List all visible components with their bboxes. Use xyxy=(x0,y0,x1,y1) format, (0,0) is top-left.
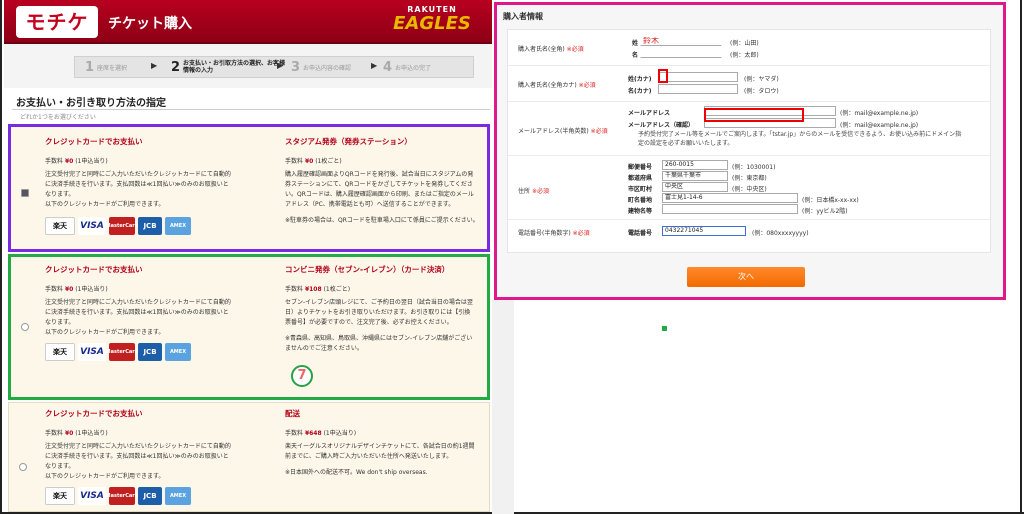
sei-label: 姓 xyxy=(632,40,639,47)
green-marker xyxy=(662,326,667,331)
email-label: メールアドレス(半角英数) ※必須 xyxy=(518,128,608,135)
buyer-form: 購入者氏名(全角) ※必須 姓 名 鈴木 (例：山田) (例：太郎) 購入者氏名… xyxy=(507,29,991,253)
payment-method-col: クレジットカードでお支払い 手数料 ¥0 (1申込当り) 注文受付完了と同時にご… xyxy=(45,409,231,480)
payment-option-2[interactable]: クレジットカードでお支払い 手数料 ¥0 (1申込当り) 注文受付完了と同時にご… xyxy=(8,254,490,400)
team-name-text: EAGLES xyxy=(393,13,471,34)
payment-radio-1[interactable] xyxy=(21,189,29,197)
street-input[interactable]: 富士見1-14-6 xyxy=(662,193,798,203)
mastercard-icon: MasterCard xyxy=(106,343,138,361)
address-label: 住所 ※必須 xyxy=(518,188,549,195)
payment-option-1[interactable]: クレジットカードでお支払い 手数料 ¥0 (1申込当り) 注文受付完了と同時にご… xyxy=(8,124,490,252)
step-2: 2 お支払い・お引取方法の選択、お客様情報の入力 xyxy=(171,59,286,75)
page-title: チケット購入 xyxy=(108,16,192,32)
buyer-info-panel: 購入者情報 購入者氏名(全角) ※必須 姓 名 鈴木 (例：山田) (例：太郎)… xyxy=(494,2,1006,300)
building-input[interactable] xyxy=(662,204,798,214)
rakuten-card-icon: 楽天 xyxy=(45,343,75,361)
credit-card-logos: 楽天 VISA MasterCard JCB AMEX xyxy=(45,217,191,235)
mei-label: 名 xyxy=(632,52,639,59)
kana-row: 購入者氏名(全角カナ) ※必須 姓(カナ) 名(カナ) (例：ヤマダ) (例：タ… xyxy=(508,66,990,102)
amex-icon: AMEX xyxy=(165,217,191,235)
mastercard-icon: MasterCard xyxy=(106,487,138,505)
mei-input[interactable] xyxy=(640,48,722,58)
payment-option-3[interactable]: クレジットカードでお支払い 手数料 ¥0 (1申込当り) 注文受付完了と同時にご… xyxy=(8,402,490,512)
visa-icon: VISA xyxy=(78,343,106,361)
name-row: 購入者氏名(全角) ※必須 姓 名 鈴木 (例：山田) (例：太郎) xyxy=(508,30,990,66)
step-1: 1 座席を選択 xyxy=(85,59,128,75)
mei-kana-input[interactable] xyxy=(658,84,738,94)
name-label: 購入者氏名(全角) ※必須 xyxy=(518,46,584,53)
right-border xyxy=(1020,0,1022,514)
rakuten-card-icon: 楽天 xyxy=(45,217,75,235)
step-3: 3 お申込内容の確認 xyxy=(291,59,352,75)
seven-eleven-icon: 7 xyxy=(291,365,313,387)
delivery-method-col: コンビニ発券（セブン-イレブン）（カード決済） 手数料 ¥108 (1枚ごと) … xyxy=(285,265,473,352)
next-button[interactable]: 次へ xyxy=(687,267,805,287)
amex-icon: AMEX xyxy=(165,343,191,361)
payment-radio-2[interactable] xyxy=(21,323,29,331)
section-subtitle: どれか1つをお選びください xyxy=(20,114,96,121)
step-arrow-icon: ▶ xyxy=(151,61,158,70)
jcb-icon: JCB xyxy=(138,343,162,361)
section-divider xyxy=(12,109,490,110)
step-arrow-icon: ▶ xyxy=(371,61,378,70)
rakuten-card-icon: 楽天 xyxy=(45,487,75,505)
amex-icon: AMEX xyxy=(165,487,191,505)
visa-icon: VISA xyxy=(78,487,106,505)
gutter xyxy=(492,300,514,514)
delivery-method-col: スタジアム発券（発券ステーション） 手数料 ¥0 (1枚ごと) 購入履歴確認画面… xyxy=(285,137,479,224)
jcb-icon: JCB xyxy=(138,217,162,235)
redaction-box xyxy=(658,69,668,83)
sei-kana-input[interactable] xyxy=(658,72,738,82)
credit-card-logos: 楽天 VISA MasterCard JCB AMEX xyxy=(45,487,191,505)
delivery-method-col: 配送 手数料 ¥648 (1申込当り) 楽天イーグルスオリジナルデザインチケット… xyxy=(285,409,475,476)
phone-input[interactable]: 0432271045 xyxy=(662,226,746,236)
credit-card-logos: 楽天 VISA MasterCard JCB AMEX xyxy=(45,343,191,361)
address-row: 住所 ※必須 郵便番号 都道府県 市区町村 町名番地 建物名等 260-0015… xyxy=(508,156,990,220)
step-arrow-icon: ▶ xyxy=(277,61,284,70)
payment-method-col: クレジットカードでお支払い 手数料 ¥0 (1申込当り) 注文受付完了と同時にご… xyxy=(45,265,231,336)
redaction-box xyxy=(704,108,804,122)
phone-label: 電話番号(半角数字) ※必須 xyxy=(518,230,590,237)
city-input[interactable]: 中央区 xyxy=(662,182,728,192)
buyer-info-title: 購入者情報 xyxy=(503,12,543,21)
email-note: 予約受付完了メール等をメールでご案内します。「tstar.jp」からのメールを受… xyxy=(638,131,962,147)
payment-radio-3[interactable] xyxy=(19,463,27,471)
payment-method-col: クレジットカードでお支払い 手数料 ¥0 (1申込当り) 注文受付完了と同時にご… xyxy=(45,137,231,208)
kana-label: 購入者氏名(全角カナ) ※必須 xyxy=(518,82,596,89)
step-4: 4 お申込の完了 xyxy=(383,59,432,75)
phone-row: 電話番号(半角数字) ※必須 電話番号 0432271045 (例：080xxx… xyxy=(518,226,809,237)
eagles-logo: RAKUTEN EAGLES xyxy=(378,5,486,39)
postal-code-input[interactable]: 260-0015 xyxy=(662,160,728,170)
jcb-icon: JCB xyxy=(138,487,162,505)
progress-steps: 1 座席を選択 ▶ 2 お支払い・お引取方法の選択、お客様情報の入力 ▶ 3 お申込内… xyxy=(74,56,474,78)
mochike-logo[interactable]: モチケ xyxy=(16,6,98,38)
sei-input[interactable]: 鈴木 xyxy=(640,36,722,46)
mastercard-icon: MasterCard xyxy=(106,217,138,235)
visa-icon: VISA xyxy=(78,217,106,235)
email-row: メールアドレス(半角英数) ※必須 メールアドレス メールアドレス（確認） (例… xyxy=(508,102,990,156)
prefecture-input[interactable]: 千葉県千葉市 xyxy=(662,171,728,181)
section-title: お支払い・お引き取り方法の指定 xyxy=(16,98,166,109)
